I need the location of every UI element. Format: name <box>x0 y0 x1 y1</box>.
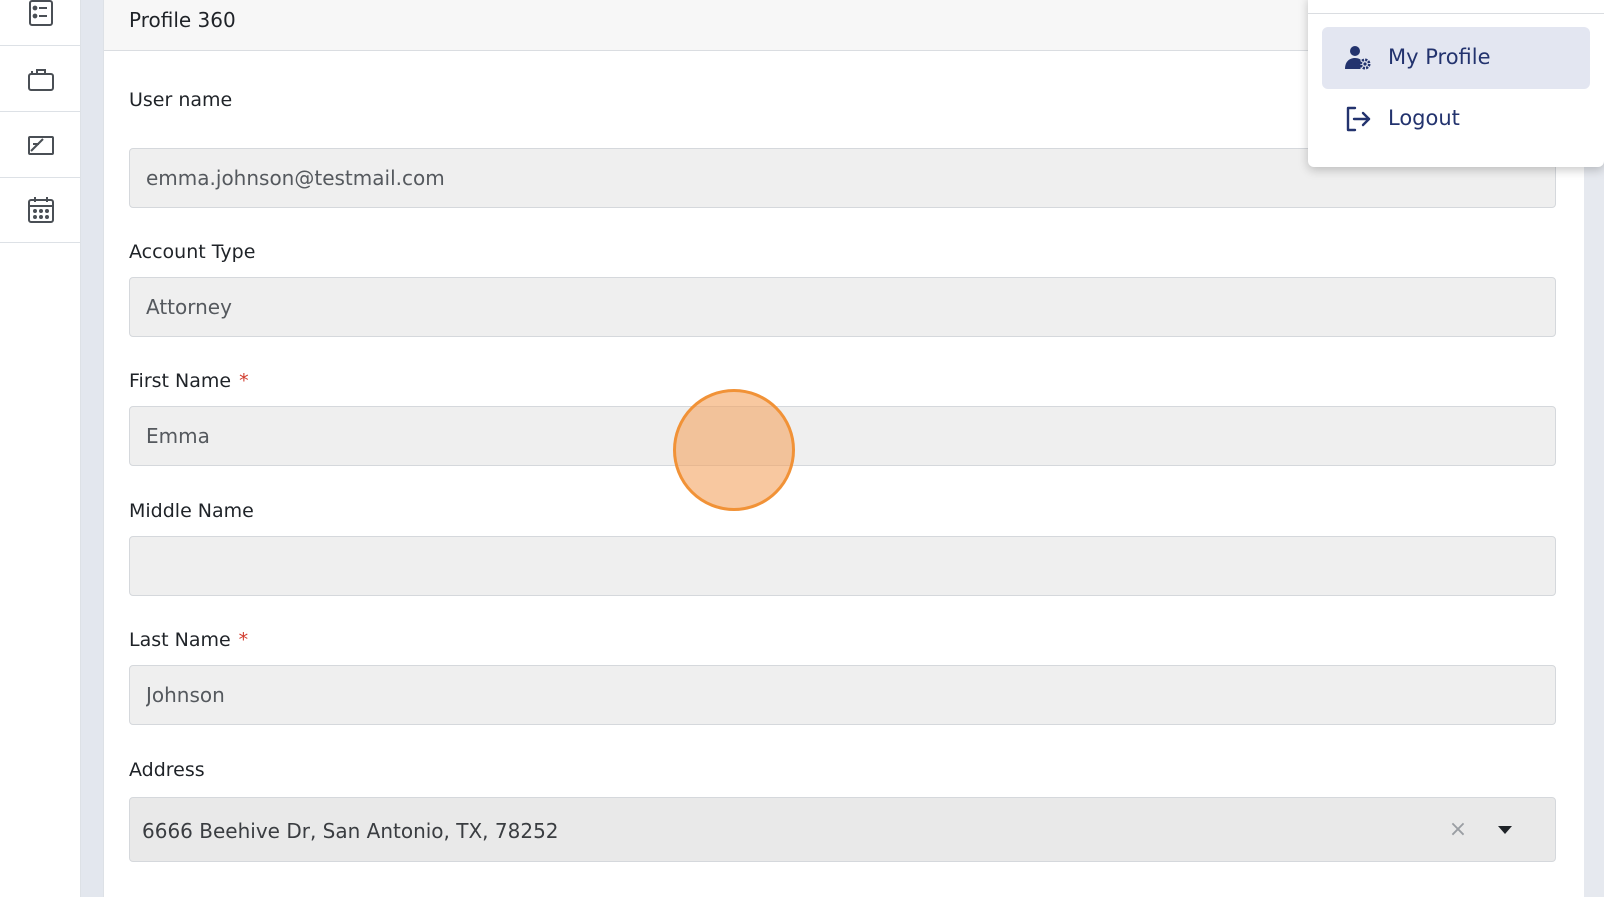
middle-name-label: Middle Name <box>129 500 254 522</box>
sidebar <box>0 0 81 897</box>
documents-icon <box>27 135 54 155</box>
address-label: Address <box>129 759 205 781</box>
menu-item-label: Logout <box>1388 106 1460 130</box>
sidebar-item-calendar[interactable] <box>0 177 81 243</box>
menu-item-label: My Profile <box>1388 45 1491 69</box>
address-value: 6666 Beehive Dr, San Antonio, TX, 78252 <box>142 819 559 843</box>
account-type-label: Account Type <box>129 241 256 263</box>
required-mark: * <box>238 629 249 651</box>
sidebar-item-cases[interactable] <box>0 46 81 112</box>
checklist-icon <box>28 0 53 26</box>
username-label: User name <box>129 89 233 111</box>
calendar-icon <box>27 196 54 223</box>
chevron-down-icon[interactable] <box>1498 826 1512 834</box>
menu-item-logout[interactable]: Logout <box>1322 88 1590 150</box>
user-menu: My Profile Logout <box>1308 0 1604 167</box>
last-name-label-text: Last Name <box>129 629 231 651</box>
menu-divider <box>1308 13 1604 14</box>
first-name-field[interactable] <box>129 406 1556 466</box>
middle-name-field[interactable] <box>129 536 1556 596</box>
address-select[interactable]: 6666 Beehive Dr, San Antonio, TX, 78252 … <box>129 797 1556 862</box>
click-indicator <box>673 389 795 511</box>
menu-item-my-profile[interactable]: My Profile <box>1322 27 1590 89</box>
account-type-field[interactable] <box>129 277 1556 337</box>
last-name-field[interactable] <box>129 665 1556 725</box>
first-name-label: First Name * <box>129 370 249 392</box>
sidebar-item-documents[interactable] <box>0 112 81 178</box>
logout-icon <box>1346 106 1371 132</box>
required-mark: * <box>239 370 249 392</box>
briefcase-icon <box>27 68 54 91</box>
page-title: Profile 360 <box>129 8 236 32</box>
user-gear-icon <box>1345 46 1371 70</box>
clear-icon[interactable]: × <box>1448 819 1468 841</box>
last-name-label: Last Name * <box>129 629 248 651</box>
first-name-label-text: First Name <box>129 370 232 392</box>
sidebar-item-tasks[interactable] <box>0 0 81 46</box>
